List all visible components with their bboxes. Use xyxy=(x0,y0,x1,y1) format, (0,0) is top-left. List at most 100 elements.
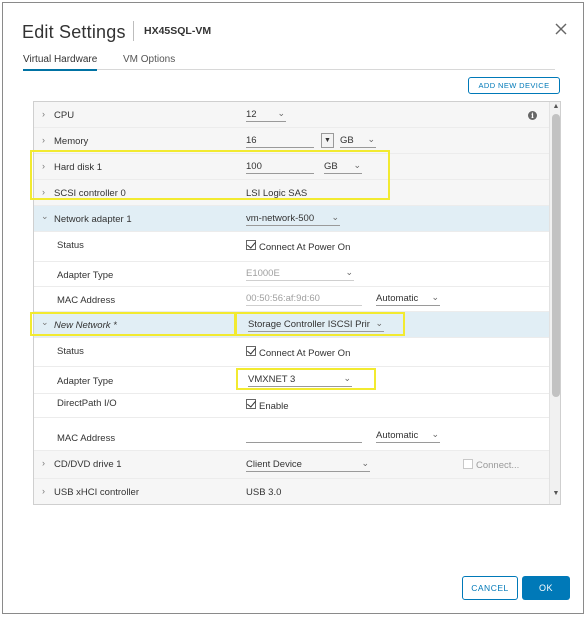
new-network-value: Storage Controller ISCSI Prir xyxy=(248,319,370,330)
net1-adapter-type-select: E1000E ⌄ xyxy=(246,266,354,281)
memory-input[interactable]: 16 xyxy=(246,133,314,148)
memory-unit-select[interactable]: GB ⌄ xyxy=(340,133,376,148)
expand-chevron-icon[interactable]: › xyxy=(42,187,45,197)
net2-connect-label: Connect At Power On xyxy=(259,348,351,359)
cancel-button[interactable]: CANCEL xyxy=(462,576,518,600)
chevron-down-icon: ⌄ xyxy=(431,429,439,439)
row-net2-adapter-type: Adapter Type VMXNET 3 ⌄ xyxy=(34,367,549,394)
scroll-up-icon[interactable]: ▲ xyxy=(550,103,560,113)
row-net1-status: Status Connect At Power On xyxy=(34,232,549,262)
net1-connect-label: Connect At Power On xyxy=(259,242,351,253)
net2-adapter-type-select[interactable]: VMXNET 3 ⌄ xyxy=(248,372,352,387)
row-usb-controller: › USB xHCI controller USB 3.0 xyxy=(34,479,549,504)
tab-vm-options[interactable]: VM Options xyxy=(123,54,175,65)
chevron-down-icon: ⌄ xyxy=(345,267,353,277)
expand-chevron-icon[interactable]: › xyxy=(42,109,45,119)
row-net2-mac: MAC Address Automatic ⌄ xyxy=(34,418,549,451)
row-net2-directpath: DirectPath I/O Enable xyxy=(34,394,549,418)
net2-status-label: Status xyxy=(57,346,84,357)
net1-mac-label: MAC Address xyxy=(57,295,116,306)
vm-name: HX45SQL-VM xyxy=(144,25,212,37)
title-divider xyxy=(133,21,134,41)
hard-disk-label: Hard disk 1 xyxy=(54,162,103,173)
network-adapter-1-select[interactable]: vm-network-500 ⌄ xyxy=(246,211,340,226)
net2-adapter-type-value: VMXNET 3 xyxy=(248,374,296,385)
row-net2-status: Status Connect At Power On xyxy=(34,338,549,367)
tab-bar: Virtual Hardware VM Options xyxy=(23,52,555,71)
directpath-enable-label: Enable xyxy=(259,401,289,412)
cd-dvd-value: Client Device xyxy=(246,459,302,470)
chevron-down-icon: ⌄ xyxy=(431,292,439,302)
net2-connect-checkbox[interactable] xyxy=(246,346,256,356)
row-cd-dvd: › CD/DVD drive 1 Client Device ⌄ Connect.… xyxy=(34,451,549,479)
cpu-value: 12 xyxy=(246,109,257,120)
row-memory: › Memory 16 ▼ GB ⌄ xyxy=(34,128,549,154)
new-network-select[interactable]: Storage Controller ISCSI Prir ⌄ xyxy=(248,317,384,332)
expand-chevron-open-icon[interactable]: ⌄ xyxy=(41,211,49,222)
ok-button[interactable]: OK xyxy=(522,576,570,600)
row-net1-adapter-type: Adapter Type E1000E ⌄ xyxy=(34,262,549,287)
net2-mac-input[interactable] xyxy=(246,428,362,443)
close-icon[interactable] xyxy=(553,21,569,37)
row-scsi-controller: › SCSI controller 0 LSI Logic SAS xyxy=(34,180,549,206)
expand-chevron-icon[interactable]: › xyxy=(42,161,45,171)
row-net1-mac: MAC Address 00:50:56:af:9d:60 Automatic ⌄ xyxy=(34,287,549,312)
hard-disk-size-input[interactable]: 100 xyxy=(246,159,314,174)
net1-adapter-type-label: Adapter Type xyxy=(57,270,114,281)
memory-unit-value: GB xyxy=(340,135,354,146)
net2-mac-mode-select[interactable]: Automatic ⌄ xyxy=(376,428,440,443)
info-icon[interactable]: i xyxy=(528,111,537,120)
cd-dvd-connect-label: Connect... xyxy=(476,460,520,471)
cpu-label: CPU xyxy=(54,110,75,121)
expand-chevron-icon[interactable]: › xyxy=(42,486,45,496)
row-hard-disk: › Hard disk 1 100 GB ⌄ xyxy=(34,154,549,180)
usb-value: USB 3.0 xyxy=(246,487,282,498)
edit-settings-dialog: Edit Settings HX45SQL-VM Virtual Hardwar… xyxy=(2,2,584,614)
row-cpu: › CPU 12 ⌄ i xyxy=(34,102,549,128)
expand-chevron-icon[interactable]: › xyxy=(42,458,45,468)
row-network-adapter-1: ⌄ Network adapter 1 vm-network-500 ⌄ xyxy=(34,206,549,232)
scsi-label: SCSI controller 0 xyxy=(54,188,126,199)
network-adapter-1-value: vm-network-500 xyxy=(246,213,315,224)
net1-connect-checkbox[interactable] xyxy=(246,240,256,250)
net2-adapter-type-label: Adapter Type xyxy=(57,376,114,387)
expand-chevron-icon[interactable]: › xyxy=(42,135,45,145)
chevron-down-icon: ⌄ xyxy=(277,108,285,118)
net1-status-label: Status xyxy=(57,240,84,251)
net1-adapter-type-value: E1000E xyxy=(246,268,280,279)
network-adapter-1-label: Network adapter 1 xyxy=(54,214,132,225)
new-network-label: New Network * xyxy=(54,320,117,331)
memory-spinner[interactable]: ▼ xyxy=(321,133,334,148)
cd-dvd-label: CD/DVD drive 1 xyxy=(54,459,122,470)
cd-dvd-select[interactable]: Client Device ⌄ xyxy=(246,457,370,472)
directpath-checkbox[interactable] xyxy=(246,399,256,409)
hardware-grid: › CPU 12 ⌄ i › Memory 16 ▼ GB ⌄ › Hard dis… xyxy=(33,101,561,505)
scsi-value: LSI Logic SAS xyxy=(246,188,308,199)
cd-dvd-connect-checkbox xyxy=(463,459,473,469)
chevron-down-icon: ⌄ xyxy=(353,160,361,170)
dialog-title: Edit Settings xyxy=(22,22,126,42)
expand-chevron-open-icon[interactable]: ⌄ xyxy=(41,317,49,328)
scrollbar-thumb[interactable] xyxy=(552,114,560,397)
tab-virtual-hardware[interactable]: Virtual Hardware xyxy=(23,54,98,71)
usb-label: USB xHCI controller xyxy=(54,487,139,498)
chevron-down-icon: ⌄ xyxy=(375,318,383,328)
hard-disk-unit-value: GB xyxy=(324,161,338,172)
memory-label: Memory xyxy=(54,136,89,147)
net1-mac-mode-value: Automatic xyxy=(376,293,419,304)
grid-scrollbar[interactable]: ▲ ▼ xyxy=(549,102,560,504)
add-new-device-button[interactable]: ADD NEW DEVICE xyxy=(468,77,560,94)
net2-mac-mode-value: Automatic xyxy=(376,430,419,441)
chevron-down-icon: ⌄ xyxy=(331,212,339,222)
net1-mac-input: 00:50:56:af:9d:60 xyxy=(246,291,362,306)
row-new-network: ⌄ New Network * Storage Controller ISCSI… xyxy=(34,312,549,338)
cpu-select[interactable]: 12 ⌄ xyxy=(246,107,286,122)
net2-mac-label: MAC Address xyxy=(57,433,116,444)
directpath-label: DirectPath I/O xyxy=(57,398,117,409)
chevron-down-icon: ⌄ xyxy=(361,458,369,468)
scroll-down-icon[interactable]: ▼ xyxy=(550,490,560,500)
net1-mac-mode-select[interactable]: Automatic ⌄ xyxy=(376,291,440,306)
hard-disk-unit-select[interactable]: GB ⌄ xyxy=(324,159,362,174)
chevron-down-icon: ⌄ xyxy=(367,134,375,144)
chevron-down-icon: ⌄ xyxy=(343,373,351,383)
